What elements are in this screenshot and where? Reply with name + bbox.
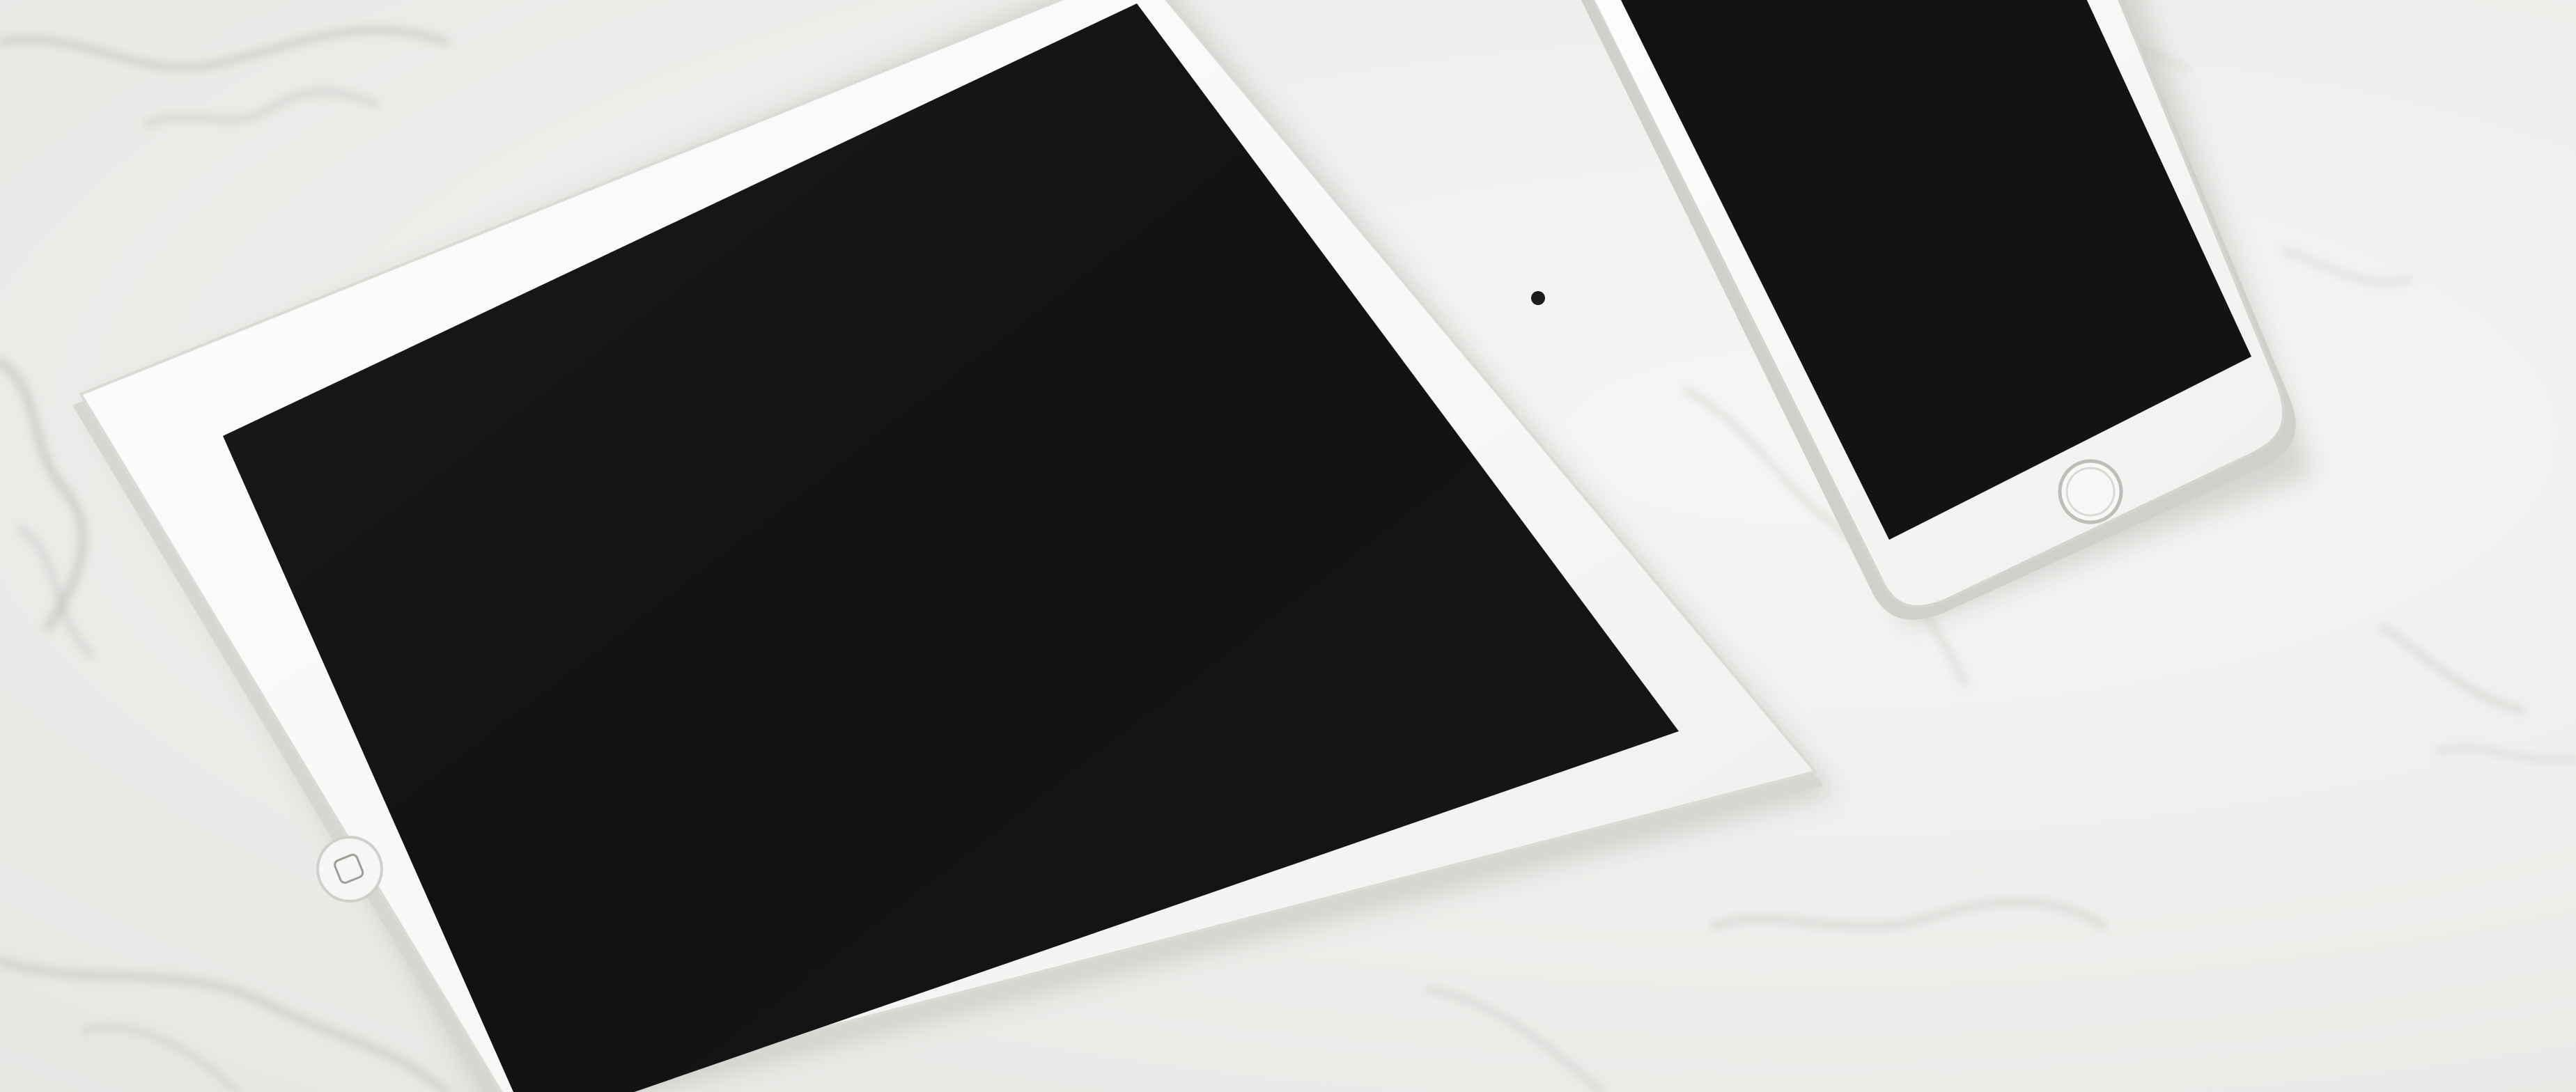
photo-scene xyxy=(0,0,2576,1092)
square-home-button-icon xyxy=(316,836,383,903)
ring-home-button-icon xyxy=(2058,459,2123,524)
tablet-device xyxy=(72,0,1824,1092)
tablet-screen xyxy=(223,3,1679,1092)
tablet-camera-icon xyxy=(1531,291,1545,305)
scene-svg xyxy=(0,0,2576,1092)
phone-device xyxy=(1581,0,2296,620)
